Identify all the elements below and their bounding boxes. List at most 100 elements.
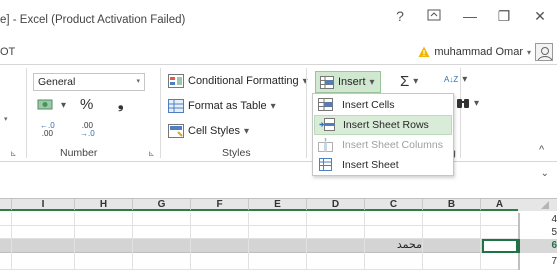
chevron-down-icon: ▾ — [61, 99, 67, 111]
avatar[interactable] — [535, 43, 553, 61]
grid-row-6-selected[interactable] — [0, 239, 518, 253]
cell-styles-label: Cell Styles — [188, 125, 240, 137]
comma-style-button[interactable]: ❟ — [118, 95, 124, 112]
ribbon-display-icon — [427, 9, 441, 21]
grid-row-7[interactable] — [0, 253, 518, 270]
gridline — [11, 213, 12, 270]
gridline — [132, 213, 133, 270]
currency-icon — [37, 99, 53, 110]
insert-dropdown-menu: Insert Cells Insert Sheet Rows Insert Sh… — [312, 93, 454, 176]
column-header-B[interactable]: B — [422, 199, 480, 210]
close-button[interactable]: ✕ — [528, 6, 552, 26]
gridline — [480, 213, 481, 270]
select-all-triangle-icon — [541, 201, 549, 209]
title-bar: e] - Excel (Product Activation Failed) ?… — [0, 0, 557, 40]
gridline — [248, 213, 249, 270]
select-all-corner[interactable] — [518, 198, 557, 211]
row-header-6[interactable]: 6 — [518, 239, 557, 253]
format-as-table-label: Format as Table — [188, 100, 267, 112]
user-name: muhammad Omar — [434, 46, 523, 58]
column-header-H[interactable]: H — [74, 199, 132, 210]
increase-decimal-button[interactable]: ←.0 .00 — [40, 122, 55, 138]
format-as-table-button[interactable]: Format as Table ▾ — [168, 99, 276, 113]
row-header-4[interactable]: 4 — [518, 213, 557, 226]
chevron-down-icon: ▾ — [136, 78, 140, 85]
styles-group-label: Styles — [222, 147, 251, 159]
gridline — [190, 213, 191, 270]
ribbon-display-options-button[interactable] — [422, 6, 446, 26]
column-header-D[interactable]: D — [306, 199, 364, 210]
minimize-button[interactable]: — — [458, 6, 482, 26]
row-header-5[interactable]: 5 — [518, 226, 557, 239]
grid-row-5[interactable] — [0, 226, 518, 239]
sort-icon: A↓Z — [444, 75, 459, 84]
column-header-F[interactable]: F — [190, 199, 248, 210]
excel-window: e] - Excel (Product Activation Failed) ?… — [0, 0, 557, 270]
cell-styles-button[interactable]: Cell Styles ▾ — [168, 124, 249, 138]
active-cell-A6[interactable] — [482, 239, 518, 253]
number-format-select[interactable]: General ▾ — [33, 73, 145, 91]
column-headers: I H G F E D C B A — [0, 198, 518, 211]
ribbon-tab-row: OT muhammad Omar ▾ — [0, 40, 557, 64]
number-launcher-icon[interactable]: ⊾ — [148, 149, 155, 158]
column-header-I[interactable]: I — [11, 199, 74, 210]
chevron-down-icon: ▾ — [462, 74, 468, 85]
column-header-G[interactable]: G — [132, 199, 190, 210]
warning-icon — [418, 46, 430, 57]
gridline — [422, 213, 423, 270]
formula-area: ⌄ — [0, 163, 557, 193]
find-select-button[interactable]: ▾ — [456, 97, 479, 109]
accounting-format-button[interactable]: ▾ — [37, 98, 66, 112]
cell-C6[interactable]: محمد — [384, 238, 422, 251]
gridline — [306, 213, 307, 270]
window-title: e] - Excel (Product Activation Failed) — [0, 14, 186, 26]
autosum-button[interactable]: Σ ▾ — [400, 73, 418, 90]
tab-partial[interactable]: OT — [0, 46, 15, 58]
restore-button[interactable]: ❐ — [492, 6, 516, 26]
cell-styles-icon — [168, 124, 184, 138]
account-area[interactable]: muhammad Omar ▾ — [418, 42, 553, 62]
menu-item-label: Insert Sheet Columns — [342, 139, 443, 151]
menu-item-insert-sheet[interactable]: Insert Sheet — [314, 155, 452, 175]
column-header-C[interactable]: C — [364, 199, 422, 210]
sort-filter-button[interactable]: A↓Z ▾ — [444, 74, 467, 85]
binoculars-icon — [457, 99, 469, 108]
gridline — [364, 213, 365, 270]
number-group-label: Number — [60, 147, 98, 159]
menu-item-insert-sheet-rows[interactable]: Insert Sheet Rows — [314, 115, 452, 135]
insert-columns-icon — [318, 138, 333, 152]
percent-style-button[interactable]: % — [80, 96, 93, 113]
help-button[interactable]: ? — [388, 6, 412, 26]
insert-label: Insert — [338, 76, 366, 88]
collapse-ribbon-button[interactable]: ^ — [539, 144, 544, 156]
row-header-7[interactable]: 7 — [518, 253, 557, 270]
group-divider — [160, 68, 161, 158]
chevron-down-icon: ▾ — [413, 76, 419, 87]
group-divider — [26, 68, 27, 158]
group-divider — [306, 68, 307, 158]
column-header-A[interactable]: A — [480, 199, 518, 210]
menu-item-insert-cells[interactable]: Insert Cells — [314, 95, 452, 115]
chevron-down-icon: ▾ — [369, 76, 375, 88]
gridline — [74, 213, 75, 270]
chevron-down-icon: ▾ — [474, 97, 480, 109]
menu-item-label: Insert Cells — [342, 99, 395, 111]
insert-sheet-icon — [319, 158, 332, 171]
column-header-partial[interactable] — [0, 199, 11, 210]
insert-cells-icon — [318, 98, 333, 111]
user-silhouette-icon — [537, 47, 552, 60]
conditional-formatting-button[interactable]: Conditional Formatting ▾ — [168, 74, 308, 88]
decrease-decimal-button[interactable]: .00 →.0 — [80, 122, 95, 138]
insert-button[interactable]: Insert ▾ — [315, 71, 381, 93]
chevron-down-icon[interactable]: ▾ — [4, 115, 8, 123]
conditional-formatting-label: Conditional Formatting — [188, 75, 299, 87]
group-launcher-icon[interactable]: ⊾ — [10, 149, 17, 158]
expand-formula-bar-button[interactable]: ⌄ — [541, 168, 549, 179]
grid-row-4[interactable] — [0, 213, 518, 226]
menu-item-insert-sheet-columns[interactable]: Insert Sheet Columns — [314, 135, 452, 155]
table-icon — [168, 99, 184, 113]
column-header-E[interactable]: E — [248, 199, 306, 210]
chevron-down-icon: ▾ — [270, 100, 276, 112]
insert-cells-icon — [320, 75, 334, 89]
number-format-value: General — [38, 76, 76, 88]
